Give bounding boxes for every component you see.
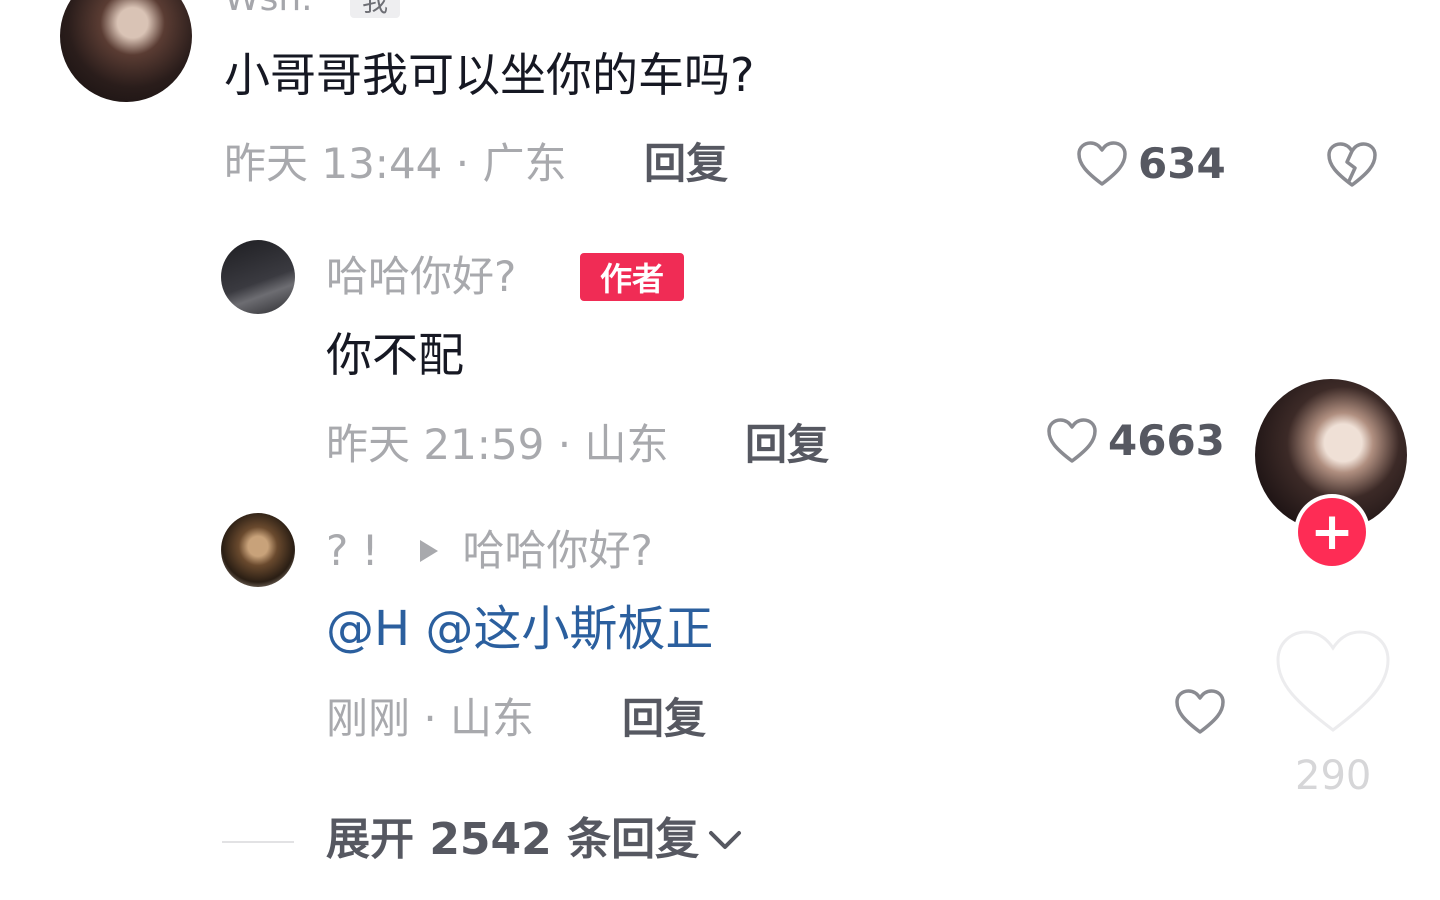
author-reply-text[interactable]: 你不配: [326, 332, 464, 378]
main-comment-like-button[interactable]: 634: [1076, 140, 1226, 188]
reply-arrow-icon: [420, 540, 439, 562]
author-reply-button[interactable]: 回复: [745, 424, 829, 466]
nested-reply-button[interactable]: 回复: [622, 698, 706, 740]
heart-outline-icon: [1175, 689, 1225, 734]
author-badge: 作者: [580, 253, 684, 301]
main-comment-meta: 昨天 13:44 · 广东: [224, 139, 567, 188]
me-badge: 我: [350, 0, 401, 18]
main-comment-username[interactable]: Wsh.: [224, 0, 313, 19]
broken-heart-icon[interactable]: [1326, 141, 1378, 189]
main-comment-like-count: 634: [1138, 139, 1226, 188]
chevron-down-icon: [709, 831, 742, 849]
heart-outline-icon: [1077, 141, 1127, 186]
expand-divider: [222, 841, 294, 843]
nested-reply-target[interactable]: 哈哈你好?: [462, 530, 652, 572]
video-like-count: 290: [1295, 753, 1372, 799]
author-avatar[interactable]: [221, 240, 295, 314]
comment-thread: Wsh. 我 小哥哥我可以坐你的车吗? 昨天 13:44 · 广东 回复 634…: [0, 0, 1440, 900]
author-reply-like-button[interactable]: 4663: [1046, 417, 1225, 465]
nested-reply-meta: 刚刚 · 山东: [326, 694, 535, 743]
expand-replies-label: 展开 2542 条回复: [326, 814, 700, 865]
author-reply-meta: 昨天 21:59 · 山东: [326, 420, 669, 469]
main-comment-reply-button[interactable]: 回复: [644, 143, 728, 185]
video-like-heart-icon[interactable]: [1272, 626, 1394, 738]
nested-reply-text: @H @这小斯板正: [326, 605, 713, 653]
author-reply-like-count: 4663: [1108, 416, 1225, 465]
mention-link[interactable]: @H: [326, 601, 410, 657]
main-comment-text[interactable]: 小哥哥我可以坐你的车吗?: [224, 52, 754, 98]
nested-reply-avatar[interactable]: [221, 513, 295, 587]
expand-replies-button[interactable]: 展开 2542 条回复: [326, 818, 743, 862]
heart-outline-icon: [1047, 418, 1097, 463]
author-nickname[interactable]: 哈哈你好?: [326, 256, 516, 298]
main-comment-avatar[interactable]: [60, 0, 192, 102]
nested-reply-nickname[interactable]: ? !: [326, 530, 378, 572]
nested-reply-like-button[interactable]: [1174, 688, 1226, 736]
follow-plus-button[interactable]: +: [1298, 498, 1366, 566]
mention-link[interactable]: @这小斯板正: [425, 601, 713, 657]
nested-reply-header: ? ! 哈哈你好?: [326, 530, 653, 572]
plus-icon: +: [1310, 502, 1354, 562]
